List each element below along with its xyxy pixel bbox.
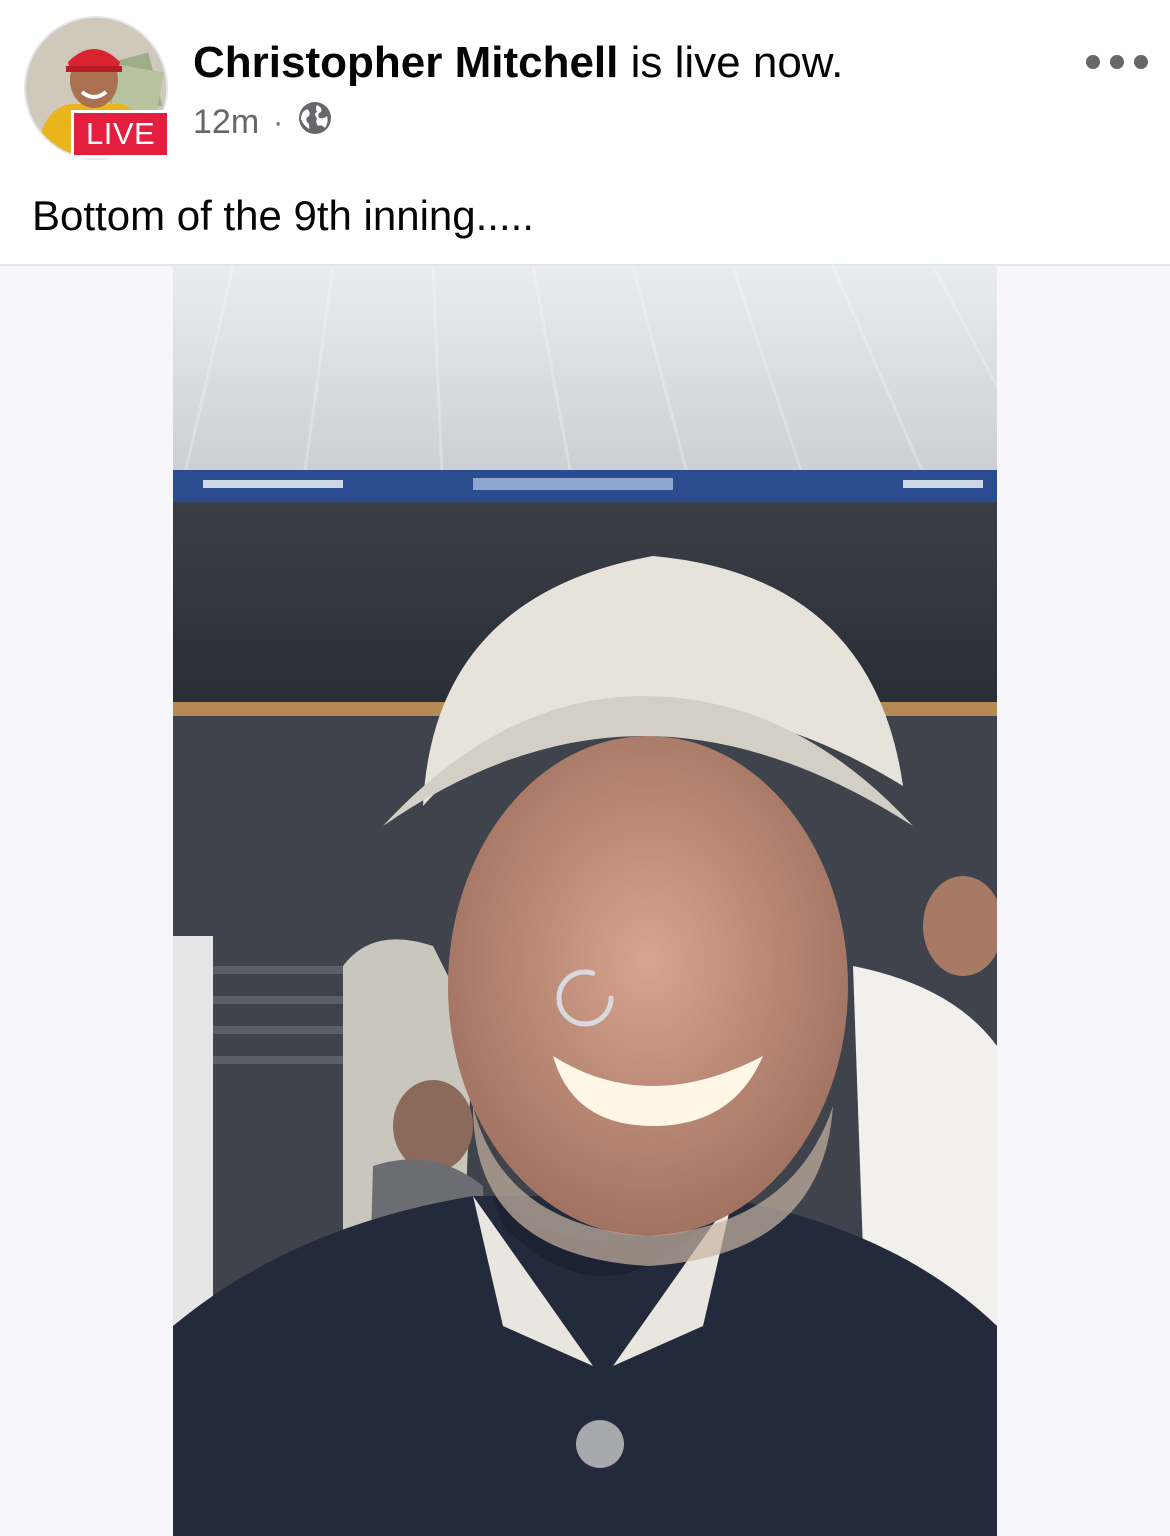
more-options-button[interactable] (1086, 48, 1148, 76)
post-header: LIVE Christopher Mitchell is live now. 1… (0, 0, 1170, 170)
post-timestamp[interactable]: 12m (193, 103, 259, 142)
video-frame (173, 266, 997, 1536)
profile-avatar-button[interactable]: LIVE (24, 16, 171, 160)
meta-separator: · (273, 105, 284, 139)
post-title: Christopher Mitchell is live now. (193, 38, 843, 88)
live-badge: LIVE (71, 110, 171, 158)
live-status-text: is live now. (630, 38, 844, 87)
more-dot-icon (1134, 55, 1148, 69)
author-name-link[interactable]: Christopher Mitchell (193, 38, 618, 87)
post-caption: Bottom of the 9th inning..... (32, 192, 534, 239)
loading-spinner-icon (556, 969, 614, 1027)
more-dot-icon (1086, 55, 1100, 69)
live-video-player[interactable] (173, 266, 997, 1536)
more-dot-icon (1110, 55, 1124, 69)
video-container (0, 264, 1170, 1536)
globe-icon[interactable] (297, 100, 333, 145)
post-meta: 12m · (193, 100, 333, 145)
